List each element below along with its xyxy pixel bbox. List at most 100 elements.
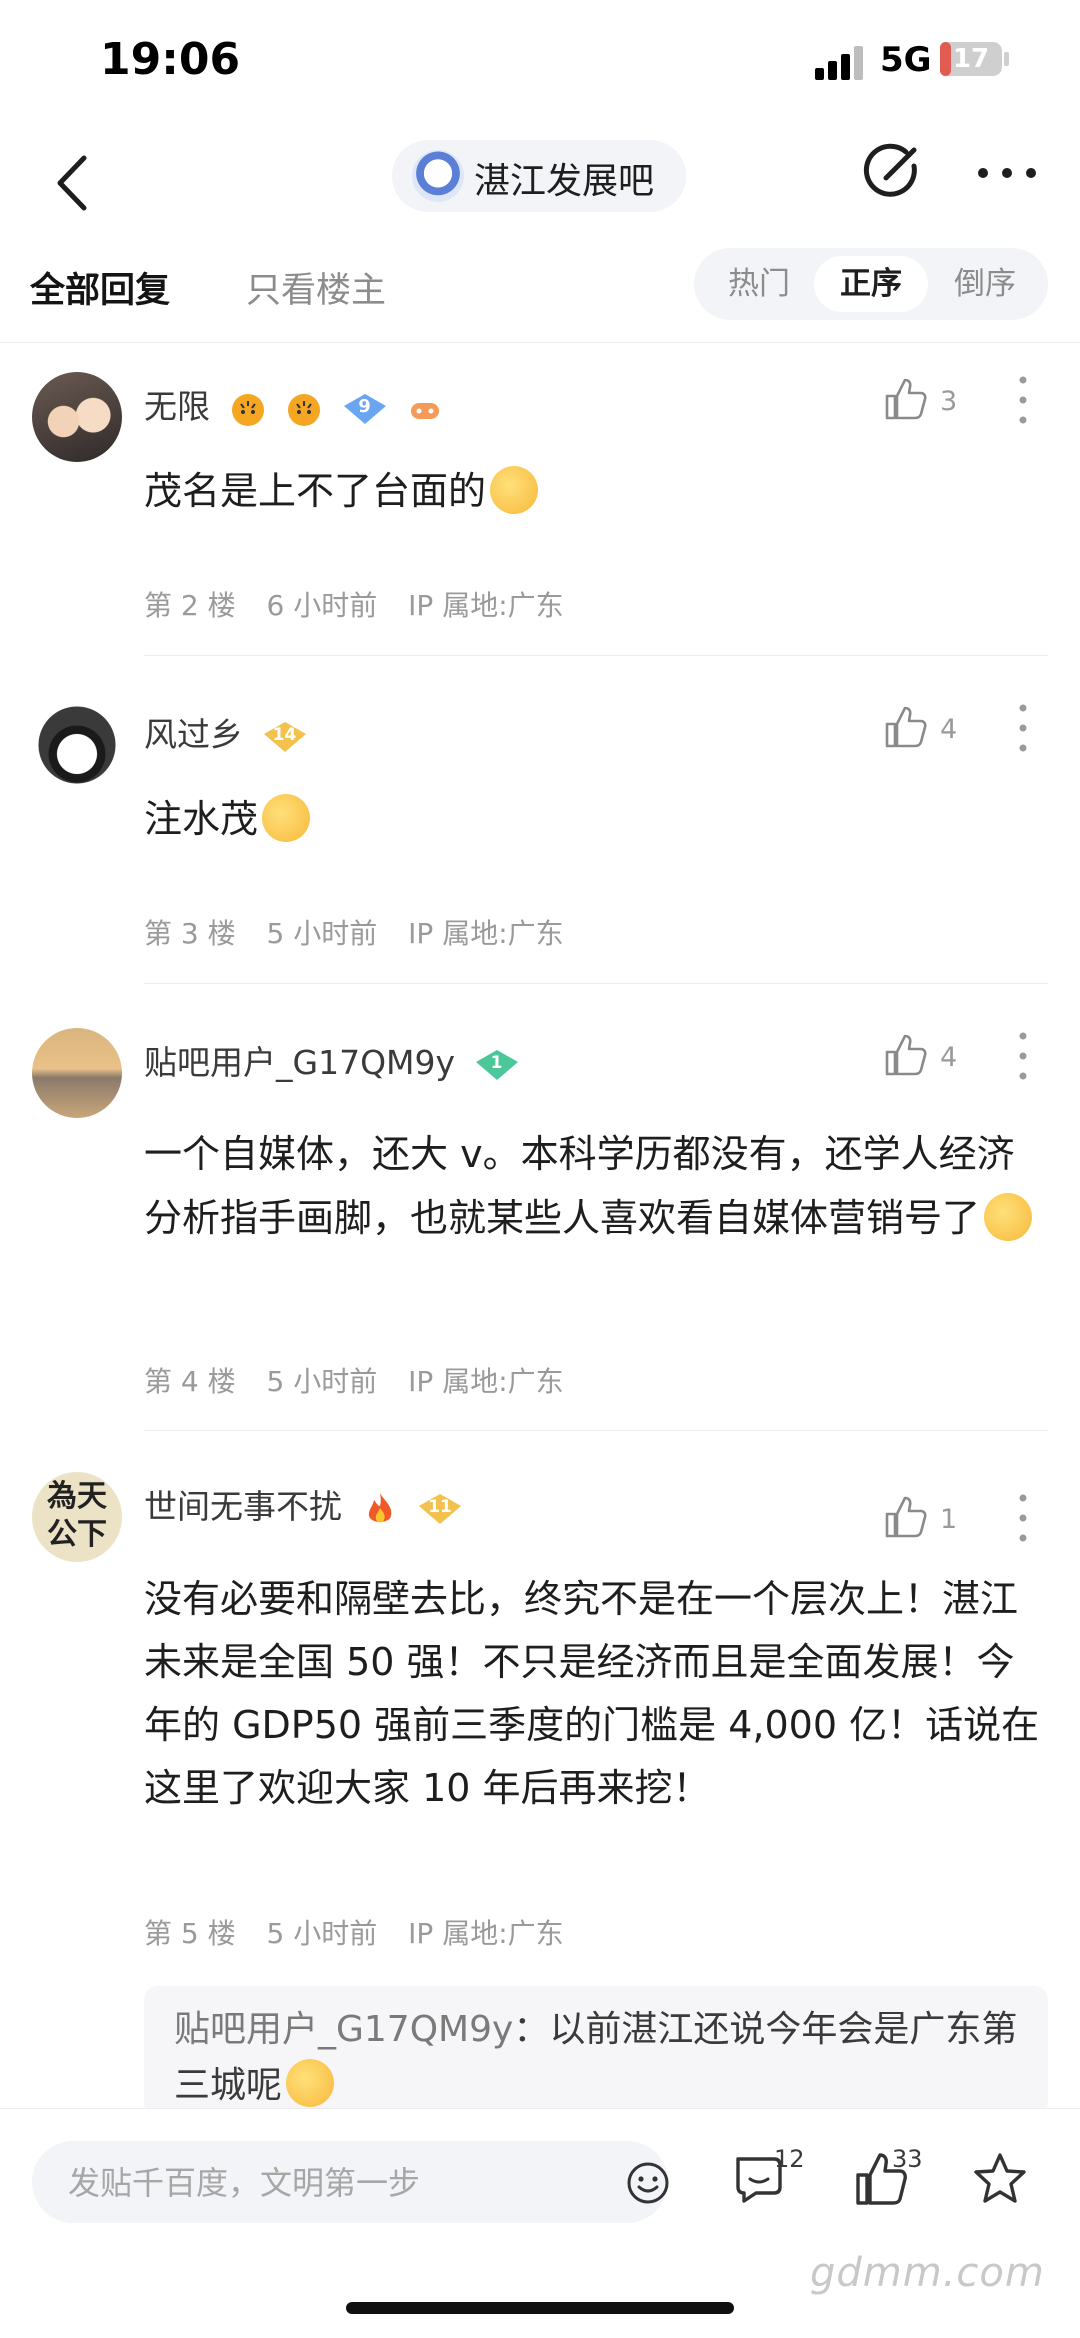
- watermark: gdmm.com: [810, 2250, 1045, 2296]
- more-options-icon[interactable]: [1016, 1492, 1030, 1544]
- forum-name: 湛江发展吧: [474, 161, 655, 202]
- username-text[interactable]: 无限: [144, 387, 210, 426]
- divider: [144, 1430, 1048, 1431]
- avatar-calligraphy: 為天公下: [47, 1479, 107, 1552]
- like-count: 3: [940, 386, 958, 417]
- post-time: 6 小时前: [266, 589, 378, 622]
- grin-emoji-icon: [262, 794, 311, 842]
- post-time: 5 小时前: [266, 917, 378, 950]
- floor-number: 第 2 楼: [144, 589, 236, 622]
- battery-fill: [940, 42, 951, 76]
- reply-text: 注水茂: [144, 797, 259, 841]
- level-badge: 14: [262, 720, 308, 754]
- avatar[interactable]: [32, 700, 122, 790]
- sub-reply: 贴吧用户_G17QM9y：以前湛江还说今年会是广东第三城呢: [174, 2002, 1034, 2114]
- ip-location: IP 属地:广东: [408, 1917, 564, 1950]
- level-number: 11: [428, 1496, 452, 1517]
- post-time: 5 小时前: [266, 1365, 378, 1398]
- reply-filter-tabs: 全部回复 只看楼主 热门 正序 倒序: [0, 246, 1080, 343]
- level-number: 1: [490, 1052, 503, 1073]
- floor-number: 第 3 楼: [144, 917, 236, 950]
- reply-content: 没有必要和隔壁去比，终究不是在一个层次上！湛江未来是全国 50 强！不只是经济而…: [144, 1577, 1040, 1810]
- reply-content: 一个自媒体，还大 v。本科学历都没有，还学人经济分析指手画脚，也就某些人喜欢看自…: [144, 1122, 1049, 1250]
- reply-post: 贴吧用户_G17QM9y 1 4 一个自媒体，还大 v。本科学历都没有，还学人经…: [0, 1006, 1080, 1431]
- sort-hot[interactable]: 热门: [702, 256, 816, 312]
- star-favorite-icon[interactable]: [970, 2149, 1030, 2209]
- like-thumb-icon[interactable]: [883, 1494, 929, 1540]
- home-indicator[interactable]: [346, 2302, 734, 2314]
- reply-text: 一个自媒体，还大 v。本科学历都没有，还学人经济分析指手画脚，也就某些人喜欢看自…: [144, 1132, 1015, 1240]
- battery-percent: 17: [952, 44, 990, 74]
- reply-text: 茂名是上不了台面的: [144, 469, 487, 513]
- back-arrow-icon[interactable]: [44, 148, 104, 218]
- like-thumb-icon[interactable]: [883, 376, 929, 422]
- level-badge: 11: [417, 1492, 463, 1526]
- tiger-emoji-icon: [288, 393, 320, 426]
- ip-location: IP 属地:广东: [408, 589, 564, 622]
- reply-content: 注水茂: [144, 790, 1049, 848]
- more-options-icon[interactable]: [1016, 1030, 1030, 1082]
- tab-owner-only[interactable]: 只看楼主: [246, 262, 386, 313]
- forum-logo-icon: [412, 150, 464, 202]
- more-icon[interactable]: [976, 158, 1038, 188]
- ip-location: IP 属地:广东: [408, 1365, 564, 1398]
- reply-input-box[interactable]: [32, 2141, 670, 2223]
- like-count: 4: [940, 1042, 958, 1073]
- reply-meta: 第 4 楼 5 小时前 IP 属地:广东: [144, 1360, 586, 1400]
- status-time: 19:06: [100, 34, 241, 85]
- like-count: 4: [940, 714, 958, 745]
- floor-number: 第 4 楼: [144, 1365, 236, 1398]
- avatar[interactable]: [32, 1028, 122, 1118]
- username-text[interactable]: 世间无事不扰: [144, 1487, 342, 1526]
- level-number: 9: [358, 395, 371, 417]
- like-thumb-icon[interactable]: [883, 704, 929, 750]
- floor-number: 第 5 楼: [144, 1917, 236, 1950]
- more-options-icon[interactable]: [1016, 374, 1030, 426]
- network-type: 5G: [880, 40, 932, 80]
- fire-icon: [368, 1492, 391, 1523]
- divider: [144, 983, 1048, 984]
- username[interactable]: 贴吧用户_G17QM9y 1: [144, 1036, 520, 1084]
- comment-count: 12: [774, 2145, 805, 2173]
- like-thumb-icon[interactable]: [883, 1032, 929, 1078]
- tab-all-replies[interactable]: 全部回复: [30, 262, 170, 313]
- reply-post: 风过乡 14 4 注水茂 第 3 楼 5 小时前 IP 属地:广东: [0, 678, 1080, 984]
- username[interactable]: 风过乡 14: [144, 708, 308, 756]
- reply-meta: 第 2 楼 6 小时前 IP 属地:广东: [144, 584, 586, 624]
- tiger-emoji-icon: [231, 393, 264, 426]
- hand-over-mouth-emoji-icon: [286, 2059, 335, 2107]
- more-options-icon[interactable]: [1016, 702, 1030, 754]
- reply-content: 茂名是上不了台面的: [144, 462, 1049, 520]
- reply-meta: 第 5 楼 5 小时前 IP 属地:广东: [144, 1912, 586, 1952]
- battery-tip: [1004, 52, 1009, 66]
- username[interactable]: 无限 9: [144, 380, 444, 428]
- emoji-icon[interactable]: [626, 2161, 670, 2205]
- level-number: 14: [272, 724, 297, 745]
- sort-descending[interactable]: 倒序: [928, 256, 1042, 312]
- level-badge: 9: [342, 392, 388, 426]
- sub-reply-user[interactable]: 贴吧用户_G17QM9y: [174, 2009, 513, 2050]
- status-bar: 19:06 5G 17: [0, 0, 1080, 120]
- reply-input[interactable]: [66, 2155, 590, 2211]
- reply-post: 為天公下 世间无事不扰 11 1 没有必要和隔壁去比，终究不是在一个层次上！湛江…: [0, 1450, 1080, 2116]
- username-text[interactable]: 风过乡: [144, 715, 243, 754]
- nav-bar: 湛江发展吧: [0, 130, 1080, 240]
- post-time: 5 小时前: [266, 1917, 378, 1950]
- like-count: 1: [940, 1504, 958, 1535]
- avatar[interactable]: 為天公下: [32, 1472, 122, 1562]
- game-controller-icon: [411, 402, 439, 419]
- avatar[interactable]: [32, 372, 122, 462]
- like-count-total: 33: [892, 2145, 923, 2173]
- cellular-signal-icon: [815, 46, 863, 80]
- hand-over-mouth-emoji-icon: [984, 1193, 1033, 1241]
- username-text[interactable]: 贴吧用户_G17QM9y: [144, 1043, 455, 1082]
- forum-entry-button[interactable]: 湛江发展吧: [392, 140, 686, 212]
- reply-post: 无限 9 3 茂名是上不了台面的 第 2 楼 6 小时前 IP 属地:广东: [0, 350, 1080, 656]
- sub-reply-box[interactable]: 贴吧用户_G17QM9y：以前湛江还说今年会是广东第三城呢: [144, 1986, 1048, 2116]
- smirk-emoji-icon: [490, 466, 539, 514]
- reply-meta: 第 3 楼 5 小时前 IP 属地:广东: [144, 912, 586, 952]
- level-badge: 1: [474, 1048, 520, 1082]
- edit-icon[interactable]: [862, 142, 922, 202]
- sort-ascending[interactable]: 正序: [814, 256, 928, 312]
- username[interactable]: 世间无事不扰 11: [144, 1480, 463, 1528]
